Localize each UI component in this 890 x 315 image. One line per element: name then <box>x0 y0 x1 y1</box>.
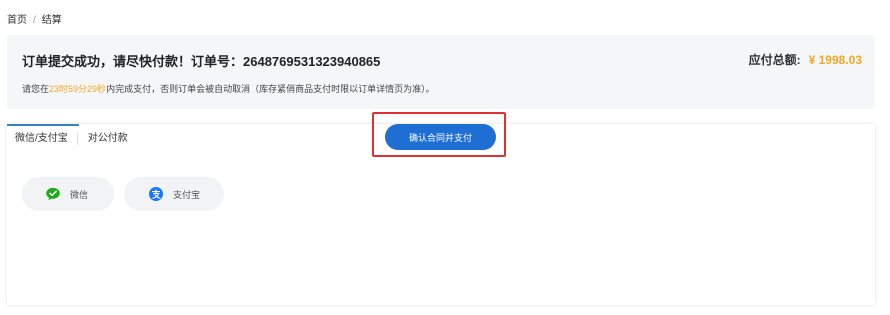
order-total-amount: ¥ 1998.03 <box>808 53 862 67</box>
breadcrumb-home-link[interactable]: 首页 <box>7 15 27 26</box>
breadcrumb-current: 结算 <box>41 15 62 26</box>
wechat-icon <box>46 187 60 201</box>
payment-deadline-note: 请您在23时59分29秒内完成支付，否则订单会被自动取消（库存紧俏商品支付时限以… <box>22 82 435 95</box>
order-summary-panel: 订单提交成功，请尽快付款！订单号：2648769531323940865 应付总… <box>7 35 875 109</box>
confirm-contract-and-pay-button[interactable]: 确认合同并支付 <box>385 124 496 150</box>
breadcrumb: 首页 / 结算 <box>7 11 62 26</box>
payment-countdown: 23时59分29秒 <box>49 84 107 94</box>
alipay-option[interactable]: 支付宝 <box>124 177 224 211</box>
wechat-pay-label: 微信 <box>70 189 89 200</box>
order-total: 应付总额: ¥ 1998.03 <box>749 51 862 68</box>
payment-tabs: 微信/支付宝 对公付款 <box>7 124 138 154</box>
breadcrumb-separator: / <box>33 15 36 26</box>
tab-corporate-payment[interactable]: 对公付款 <box>78 124 138 154</box>
note-prefix: 请您在 <box>22 84 50 94</box>
order-number: 2648769531323940865 <box>243 54 381 69</box>
alipay-icon <box>149 187 163 201</box>
note-suffix: 内完成支付，否则订单会被自动取消（库存紧俏商品支付时限以订单详情页为准）。 <box>106 84 435 94</box>
wechat-pay-option[interactable]: 微信 <box>22 177 114 211</box>
alipay-label: 支付宝 <box>173 189 201 200</box>
tab-wechat-alipay[interactable]: 微信/支付宝 <box>7 124 79 154</box>
order-total-label: 应付总额: <box>748 53 801 67</box>
order-success-title: 订单提交成功，请尽快付款！订单号：2648769531323940865 <box>22 51 380 70</box>
order-title-prefix: 订单提交成功，请尽快付款！订单号： <box>22 54 244 69</box>
